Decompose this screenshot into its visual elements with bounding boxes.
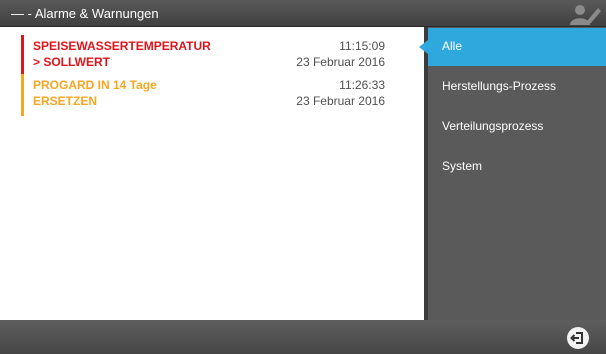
pencil-icon[interactable]	[584, 4, 604, 24]
exit-button[interactable]	[567, 327, 589, 349]
filter-item-alle[interactable]: Alle	[419, 28, 606, 66]
alarm-severity-bar	[21, 35, 24, 77]
alarm-date: 23 Februar 2016	[296, 94, 385, 108]
alarm-item[interactable]: SPEISEWASSERTEMPERATUR > SOLLWERT 11:15:…	[21, 35, 393, 77]
alarm-time: 11:26:33	[339, 78, 385, 92]
alarm-message: SPEISEWASSERTEMPERATUR > SOLLWERT	[33, 38, 211, 70]
filter-item-label: Verteilungsprozess	[442, 119, 544, 133]
filter-item-verteilungsprozess[interactable]: Verteilungsprozess	[428, 108, 606, 146]
alarm-timestamp: 11:15:09 23 Februar 2016	[225, 38, 385, 70]
alarm-timestamp: 11:26:33 23 Februar 2016	[225, 77, 385, 109]
title-bar: — - Alarme & Warnungen	[0, 0, 606, 27]
alarm-item[interactable]: PROGARD IN 14 Tage ERSETZEN 11:26:33 23 …	[21, 74, 393, 116]
filter-item-system[interactable]: System	[428, 148, 606, 186]
filter-item-label: Alle	[442, 39, 463, 53]
filter-item-herstellungs-prozess[interactable]: Herstellungs-Prozess	[428, 68, 606, 106]
alarm-list: SPEISEWASSERTEMPERATUR > SOLLWERT 11:15:…	[0, 27, 424, 320]
alarm-time: 11:15:09	[339, 39, 385, 53]
alarm-message-line2: > SOLLWERT	[33, 55, 111, 69]
alarm-date: 23 Februar 2016	[296, 55, 385, 69]
footer-bar	[0, 320, 606, 354]
filter-item-label: System	[442, 159, 483, 173]
alarm-message-line1: PROGARD IN 14 Tage	[33, 78, 157, 92]
alarm-message: PROGARD IN 14 Tage ERSETZEN	[33, 77, 157, 109]
alarm-message-line2: ERSETZEN	[33, 94, 98, 108]
alarm-severity-bar	[21, 74, 24, 116]
filter-sidebar: Alle Herstellungs-Prozess Verteilungspro…	[419, 27, 606, 320]
window-title: — - Alarme & Warnungen	[11, 6, 159, 21]
filter-item-label: Herstellungs-Prozess	[442, 79, 557, 93]
exit-icon	[570, 332, 583, 344]
alarm-message-line1: SPEISEWASSERTEMPERATUR	[33, 39, 211, 53]
